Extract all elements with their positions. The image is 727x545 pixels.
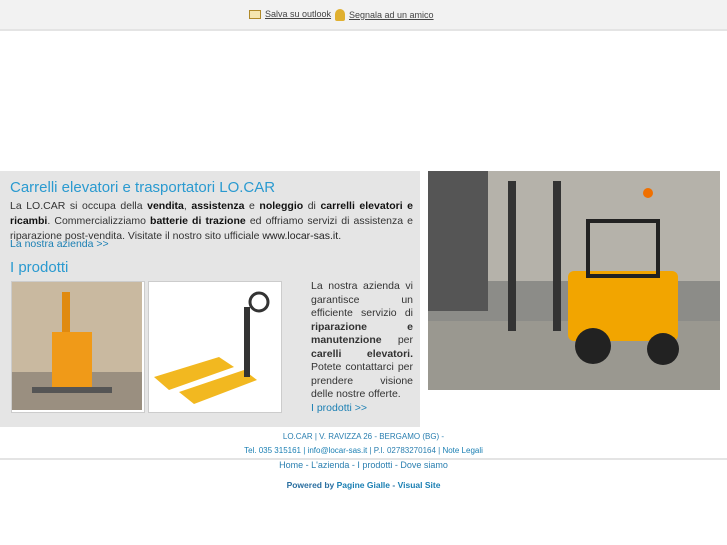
footer: LO.CAR | V. RAVIZZA 26 - BERGAMO (BG) - …	[0, 430, 727, 490]
outlook-card-icon	[249, 9, 261, 19]
content-panel: Carrelli elevatori e trasportatori LO.CA…	[0, 171, 420, 427]
footer-nav: Home - L'azienda - I prodotti - Dove sia…	[0, 458, 727, 471]
email-link[interactable]: info@locar-sas.it	[308, 446, 368, 455]
forklift-hero-image	[428, 171, 720, 390]
page-title: Carrelli elevatori e trasportatori LO.CA…	[10, 179, 276, 196]
nav-azienda[interactable]: L'azienda	[311, 460, 349, 470]
save-outlook-label: Salva su outlook	[265, 9, 332, 19]
nav-dove-siamo[interactable]: Dove siamo	[400, 460, 448, 470]
powered-by: Powered by Pagine Gialle - Visual Site	[286, 480, 441, 490]
products-link[interactable]: I prodotti >>	[311, 402, 367, 414]
person-icon	[335, 9, 345, 21]
footer-address: LO.CAR | V. RAVIZZA 26 - BERGAMO (BG) -	[282, 432, 445, 441]
pallet-truck-product-image[interactable]	[148, 281, 282, 413]
recommend-friend-link[interactable]: Segnala ad un amico	[335, 9, 434, 21]
pagine-gialle-link[interactable]: Pagine Gialle	[337, 480, 390, 490]
stacker-product-image[interactable]	[11, 281, 145, 413]
nav-prodotti[interactable]: I prodotti	[357, 460, 392, 470]
top-bar: Salva su outlook Segnala ad un amico	[0, 0, 727, 31]
nav-home[interactable]: Home	[279, 460, 303, 470]
official-site-link[interactable]: www.locar-sas.it	[262, 230, 338, 242]
phone-link[interactable]: Tel. 035 315161 |	[244, 446, 305, 455]
vat-number: | P.I. 02783270164 |	[367, 446, 443, 455]
azienda-link[interactable]: La nostra azienda >>	[10, 238, 109, 250]
legal-notes-link[interactable]: Note Legali	[442, 446, 482, 455]
recommend-friend-label: Segnala ad un amico	[349, 10, 434, 20]
products-heading: I prodotti	[10, 259, 69, 276]
visual-site-link[interactable]: Visual Site	[398, 480, 441, 490]
services-text: La nostra azienda vi garantisce un effic…	[311, 280, 413, 414]
save-outlook-link[interactable]: Salva su outlook	[249, 9, 331, 19]
